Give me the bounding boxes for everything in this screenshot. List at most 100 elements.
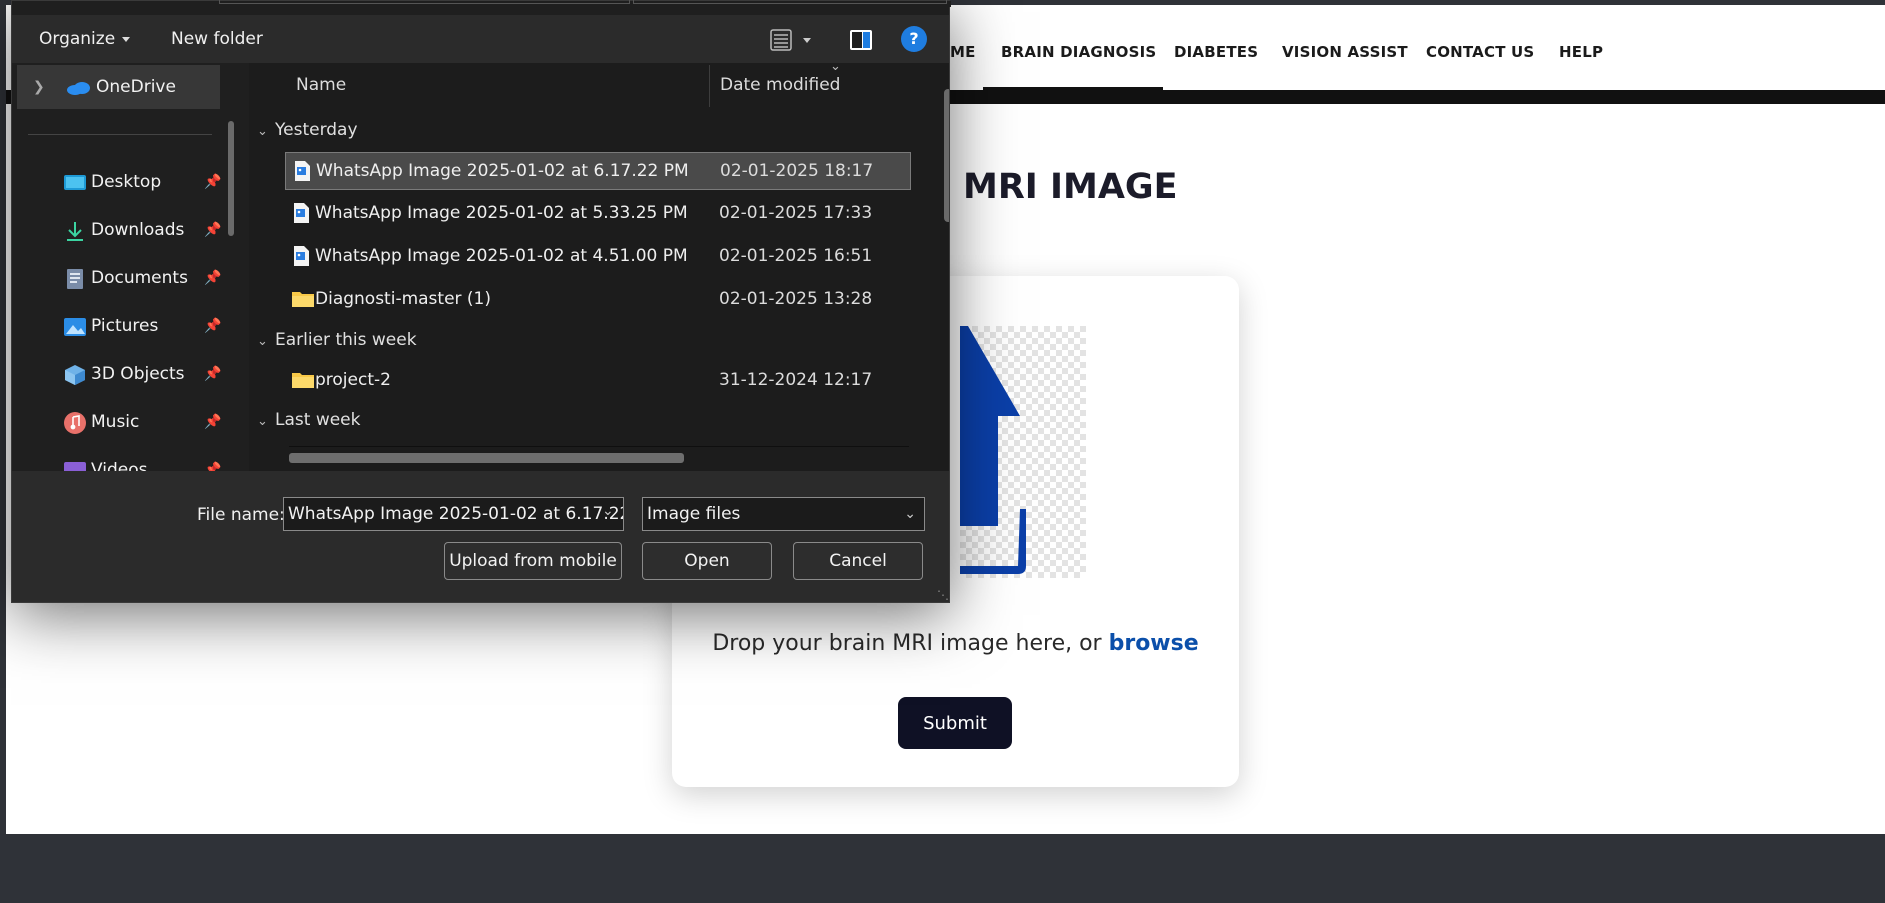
pin-icon: 📌 bbox=[204, 318, 222, 334]
pin-icon: 📌 bbox=[204, 366, 222, 382]
dialog-footer: File name: WhatsApp Image 2025-01-02 at … bbox=[12, 471, 949, 602]
file-date: 02-01-2025 17:33 bbox=[719, 203, 873, 223]
browse-link[interactable]: browse bbox=[1109, 631, 1199, 656]
downloads-icon bbox=[67, 222, 83, 241]
organize-button[interactable]: Organize bbox=[39, 29, 131, 53]
file-name: WhatsApp Image 2025-01-02 at 6.17.22 PM bbox=[316, 161, 689, 181]
file-name: WhatsApp Image 2025-01-02 at 4.51.00 PM bbox=[315, 246, 688, 266]
onedrive-label: OneDrive bbox=[96, 77, 176, 97]
videos-icon bbox=[64, 462, 86, 471]
file-type-value: Image files bbox=[647, 504, 741, 524]
nav-item-desktop[interactable]: Desktop 📌 bbox=[17, 163, 227, 203]
chevron-down-icon: ⌄ bbox=[257, 414, 268, 429]
nav-label-3d-objects: 3D Objects bbox=[91, 364, 185, 384]
desktop-icon bbox=[64, 175, 86, 190]
file-name: WhatsApp Image 2025-01-02 at 5.33.25 PM bbox=[315, 203, 688, 223]
preview-pane-icon bbox=[850, 30, 872, 50]
file-date: 31-12-2024 12:17 bbox=[719, 370, 873, 390]
music-icon bbox=[64, 412, 86, 434]
file-row[interactable]: WhatsApp Image 2025-01-02 at 4.51.00 PM … bbox=[285, 238, 911, 276]
group-label: Earlier this week bbox=[275, 330, 417, 350]
pin-icon: 📌 bbox=[204, 174, 222, 190]
upload-arrow-icon bbox=[960, 326, 1086, 578]
nav-label-videos: Videos bbox=[91, 460, 148, 471]
file-date: 02-01-2025 18:17 bbox=[720, 161, 874, 181]
file-date: 02-01-2025 16:51 bbox=[719, 246, 873, 266]
file-name-history-chevron-icon[interactable]: ⌄ bbox=[602, 503, 614, 519]
file-list: Name Date modified ⌄ ⌄ Yesterday WhatsApp… bbox=[249, 63, 949, 471]
submit-button[interactable]: Submit bbox=[898, 697, 1012, 749]
nav-item-onedrive[interactable]: ❯ OneDrive bbox=[17, 65, 220, 109]
file-row[interactable]: WhatsApp Image 2025-01-02 at 6.17.22 PM … bbox=[285, 152, 911, 190]
file-row[interactable]: Diagnosti-master (1) 02-01-2025 13:28 bbox=[285, 281, 911, 319]
upload-from-mobile-button[interactable]: Upload from mobile bbox=[444, 542, 622, 580]
open-button[interactable]: Open bbox=[642, 542, 772, 580]
image-file-icon bbox=[295, 161, 310, 181]
chevron-down-icon: ⌄ bbox=[257, 124, 268, 139]
nav-item-music[interactable]: Music 📌 bbox=[17, 403, 227, 443]
file-date: 02-01-2025 13:28 bbox=[719, 289, 873, 309]
file-list-vertical-scrollbar[interactable] bbox=[944, 89, 949, 222]
nav-item-3d-objects[interactable]: 3D Objects 📌 bbox=[17, 355, 227, 395]
column-separator[interactable] bbox=[709, 65, 710, 107]
file-name: project-2 bbox=[315, 370, 391, 390]
command-bar: Organize New folder ? bbox=[12, 15, 949, 63]
page-title: MRI IMAGE bbox=[963, 167, 1178, 207]
help-button[interactable]: ? bbox=[901, 26, 927, 52]
caret-down-icon bbox=[122, 36, 131, 42]
column-header-name[interactable]: Name bbox=[296, 75, 346, 95]
chevron-down-icon: ⌄ bbox=[257, 334, 268, 349]
file-type-select[interactable]: Image files ⌄ bbox=[642, 497, 925, 531]
file-open-dialog: Organize New folder ? ❯ OneDrive Desktop… bbox=[11, 0, 951, 603]
pictures-icon bbox=[64, 318, 86, 336]
nav-item-videos[interactable]: Videos 📌 bbox=[17, 451, 227, 471]
file-row[interactable]: project-2 31-12-2024 12:17 bbox=[285, 362, 911, 400]
nav-label-desktop: Desktop bbox=[91, 172, 162, 192]
file-name: Diagnosti-master (1) bbox=[315, 289, 492, 309]
nav-label-pictures: Pictures bbox=[91, 316, 159, 336]
onedrive-cloud-icon bbox=[67, 82, 90, 95]
site-footer bbox=[0, 834, 1885, 903]
group-header-last-week[interactable]: ⌄ Last week bbox=[257, 410, 360, 440]
group-label: Last week bbox=[275, 410, 361, 430]
documents-icon bbox=[67, 269, 83, 289]
sort-chevron-icon: ⌄ bbox=[830, 63, 841, 74]
group-label: Yesterday bbox=[275, 120, 358, 140]
pin-icon: 📌 bbox=[204, 414, 222, 430]
nav-label-downloads: Downloads bbox=[91, 220, 185, 240]
file-list-horizontal-scrollbar[interactable] bbox=[289, 453, 684, 463]
nav-pane-scrollbar[interactable] bbox=[228, 121, 234, 236]
preview-pane-button[interactable] bbox=[848, 27, 874, 53]
image-file-icon bbox=[294, 246, 309, 266]
file-row[interactable]: WhatsApp Image 2025-01-02 at 5.33.25 PM … bbox=[285, 195, 911, 233]
resize-grip-icon[interactable]: ⋱ bbox=[937, 588, 949, 602]
nav-link-contact-us[interactable]: CONTACT US bbox=[1426, 43, 1534, 61]
pin-icon: 📌 bbox=[204, 222, 222, 238]
new-folder-button[interactable]: New folder bbox=[171, 29, 263, 49]
drop-instructions: Drop your brain MRI image here, or brows… bbox=[672, 631, 1239, 656]
nav-item-downloads[interactable]: Downloads 📌 bbox=[17, 211, 227, 251]
navigation-pane: ❯ OneDrive Desktop 📌 Downloads 📌 Documen… bbox=[12, 63, 247, 471]
pin-icon: 📌 bbox=[204, 270, 222, 286]
nav-link-help[interactable]: HELP bbox=[1559, 43, 1603, 61]
scroll-track-line bbox=[289, 446, 909, 447]
nav-divider bbox=[28, 134, 212, 135]
chevron-down-icon: ⌄ bbox=[904, 506, 916, 522]
group-header-yesterday[interactable]: ⌄ Yesterday bbox=[257, 120, 358, 150]
nav-item-documents[interactable]: Documents 📌 bbox=[17, 259, 227, 299]
nav-link-vision-assist[interactable]: VISION ASSIST bbox=[1282, 43, 1408, 61]
address-box-edge bbox=[219, 0, 630, 4]
folder-icon bbox=[292, 373, 314, 388]
cancel-button[interactable]: Cancel bbox=[793, 542, 923, 580]
nav-label-documents: Documents bbox=[91, 268, 188, 288]
file-name-input[interactable]: WhatsApp Image 2025-01-02 at 6.17.22 PM bbox=[283, 497, 624, 531]
column-header-date-modified[interactable]: Date modified bbox=[720, 75, 840, 95]
nav-link-home[interactable]: ME bbox=[950, 43, 976, 61]
nav-item-pictures[interactable]: Pictures 📌 bbox=[17, 307, 227, 347]
nav-link-diabetes[interactable]: DIABETES bbox=[1174, 43, 1258, 61]
group-header-earlier-this-week[interactable]: ⌄ Earlier this week bbox=[257, 330, 417, 360]
image-file-icon bbox=[294, 203, 309, 223]
nav-link-brain-diagnosis[interactable]: BRAIN DIAGNOSIS bbox=[1001, 43, 1156, 61]
folder-icon bbox=[292, 292, 314, 307]
view-options-button[interactable] bbox=[769, 27, 817, 53]
